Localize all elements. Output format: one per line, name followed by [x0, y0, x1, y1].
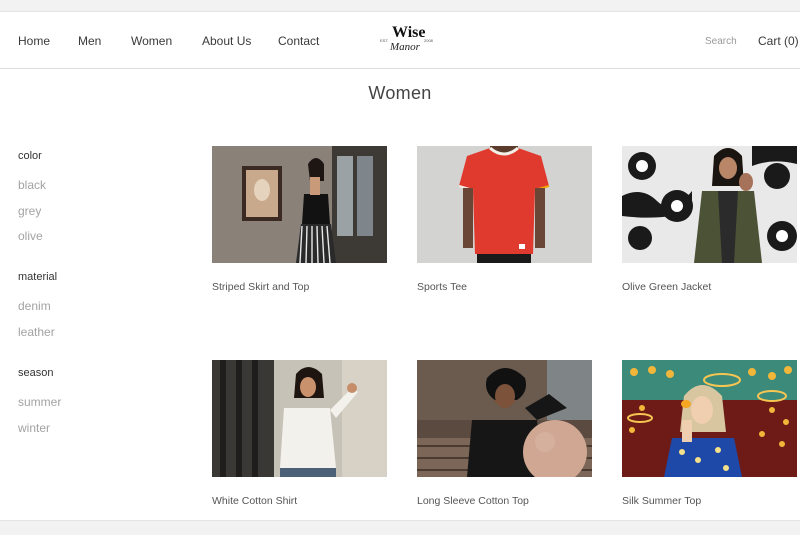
product-card[interactable]: Sports Tee	[417, 146, 592, 293]
nav-about-us[interactable]: About Us	[202, 34, 251, 48]
page-title: Women	[368, 83, 432, 103]
browser-bottom-strip	[0, 520, 800, 535]
filter-heading-material: material	[18, 271, 58, 283]
product-card[interactable]: White Cotton Shirt	[212, 360, 387, 507]
nav-home[interactable]: Home	[18, 34, 50, 48]
logo-manor-text: Manor	[390, 41, 420, 53]
logo-year-text: 2008	[424, 38, 433, 43]
filter-option-olive[interactable]: olive	[18, 229, 43, 243]
filter-option-leather[interactable]: leather	[18, 325, 55, 339]
nav-men[interactable]: Men	[78, 34, 101, 48]
product-name[interactable]: Sports Tee	[417, 281, 467, 293]
product-card[interactable]: Striped Skirt and Top	[212, 146, 387, 293]
filter-option-winter[interactable]: winter	[18, 421, 50, 435]
product-card[interactable]: Silk Summer Top	[622, 360, 797, 507]
brand-logo[interactable]: EST. Wise 2008 Manor	[380, 24, 436, 58]
filter-heading-season: season	[18, 367, 54, 379]
product-card[interactable]: Long Sleeve Cotton Top	[417, 360, 592, 507]
product-name[interactable]: White Cotton Shirt	[212, 495, 297, 507]
nav-contact[interactable]: Contact	[278, 34, 319, 48]
product-image-olive-jacket[interactable]	[622, 146, 797, 263]
site-header: Home Men Women About Us Contact EST. Wis…	[0, 12, 800, 69]
product-name[interactable]: Long Sleeve Cotton Top	[417, 495, 529, 507]
filter-option-denim[interactable]: denim	[18, 299, 51, 313]
search-link[interactable]: Search	[705, 36, 737, 47]
filter-option-black[interactable]: black	[18, 178, 46, 192]
product-image-striped-skirt[interactable]	[212, 146, 387, 263]
filter-option-grey[interactable]: grey	[18, 204, 41, 218]
product-card[interactable]: Olive Green Jacket	[622, 146, 797, 293]
cart-link[interactable]: Cart (0)	[758, 34, 799, 48]
product-name[interactable]: Olive Green Jacket	[622, 281, 711, 293]
filter-option-summer[interactable]: summer	[18, 395, 61, 409]
product-name[interactable]: Striped Skirt and Top	[212, 281, 309, 293]
product-image-long-sleeve-top[interactable]	[417, 360, 592, 477]
product-image-sports-tee[interactable]	[417, 146, 592, 263]
filter-heading-color: color	[18, 150, 42, 162]
nav-women[interactable]: Women	[131, 34, 172, 48]
product-image-white-shirt[interactable]	[212, 360, 387, 477]
logo-est-text: EST.	[380, 38, 389, 43]
product-name[interactable]: Silk Summer Top	[622, 495, 701, 507]
product-image-silk-summer-top[interactable]	[622, 360, 797, 477]
logo-wise-text: Wise	[392, 24, 426, 41]
browser-top-strip	[0, 0, 800, 12]
